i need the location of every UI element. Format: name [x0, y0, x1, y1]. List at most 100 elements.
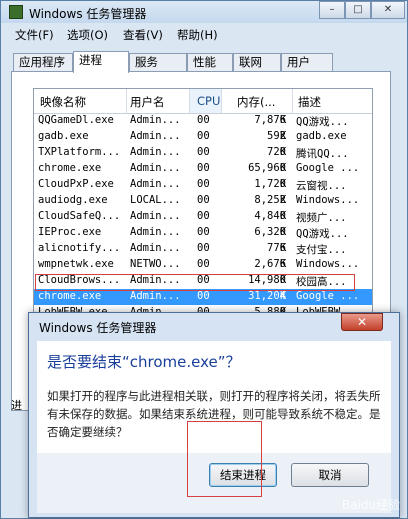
user-name-cell: LOCAL...	[130, 194, 181, 206]
cpu-cell: 00	[197, 178, 210, 190]
cpu-cell: 00	[197, 242, 210, 254]
tab-users[interactable]: 用户	[281, 53, 333, 71]
user-name-cell: Admin...	[130, 146, 181, 158]
cpu-cell: 00	[197, 162, 210, 174]
image-name-cell: CloudPxP.exe	[38, 178, 114, 190]
memory-unit-cell: K	[280, 114, 287, 126]
user-name-cell: Admin...	[130, 226, 181, 238]
description-cell: gadb.exe	[296, 130, 347, 142]
table-row[interactable]: IEProc.exe Admin... 00 6,320 K QQ游戏...	[34, 225, 372, 241]
menu-file[interactable]: 文件(F)	[15, 27, 54, 43]
user-name-cell: Admin...	[130, 242, 181, 254]
tab-performance[interactable]: 性能	[187, 53, 233, 71]
user-name-cell: Admin...	[130, 178, 181, 190]
description-cell: 云窗视...	[296, 180, 347, 192]
cancel-button[interactable]: 取消	[291, 463, 369, 487]
tab-applications[interactable]: 应用程序	[13, 53, 73, 71]
table-row[interactable]: CloudPxP.exe Admin... 00 1,720 K 云窗视...	[34, 177, 372, 193]
menu-help[interactable]: 帮助(H)	[177, 27, 218, 43]
table-row[interactable]: wmpnetwk.exe NETWO... 00 2,676 K Windows...	[34, 257, 372, 273]
memory-unit-cell: K	[280, 162, 287, 174]
memory-unit-cell: K	[280, 242, 287, 254]
task-manager-icon	[9, 5, 23, 19]
minimize-button[interactable]: –	[319, 1, 345, 19]
menu-options[interactable]: 选项(O)	[67, 27, 108, 43]
column-divider[interactable]	[126, 89, 127, 113]
image-name-cell: chrome.exe	[38, 162, 102, 174]
description-cell: 腾讯QQ...	[296, 148, 349, 160]
cpu-cell: 00	[197, 114, 210, 126]
menu-view[interactable]: 查看(V)	[123, 27, 163, 43]
cpu-cell: 00	[197, 146, 210, 158]
table-row[interactable]: TXPlatform... Admin... 00 720 K 腾讯QQ...	[34, 145, 372, 161]
description-cell: Google ...	[296, 162, 360, 174]
image-name-cell: gadb.exe	[38, 130, 89, 142]
tab-networking[interactable]: 联网	[233, 53, 281, 71]
description-cell: 支付宝...	[296, 244, 347, 256]
menu-bar: 文件(F) 选项(O) 查看(V) 帮助(H)	[1, 25, 407, 43]
dialog-close-button[interactable]: ✕	[341, 313, 383, 331]
title-bar[interactable]: Windows 任务管理器 – □ ✕	[1, 1, 407, 23]
image-name-cell: alicnotify...	[38, 242, 121, 254]
table-row[interactable]: CloudSafeQ... Admin... 00 4,840 K 视频广...	[34, 209, 372, 225]
memory-unit-cell: K	[280, 194, 287, 206]
user-name-cell: Admin...	[130, 162, 181, 174]
col-cpu[interactable]: CPU	[197, 94, 220, 108]
table-header: 映像名称 用户名 CPU 内存(... 描述	[34, 89, 372, 114]
memory-unit-cell: K	[280, 258, 287, 270]
user-name-cell: Admin...	[130, 210, 181, 222]
description-cell: Windows...	[296, 258, 360, 270]
end-process-dialog: Windows 任务管理器 ✕ 是否要结束“chrome.exe”？ 如果打开的…	[28, 312, 400, 518]
window-title: Windows 任务管理器	[29, 7, 147, 21]
column-divider[interactable]	[189, 89, 190, 113]
table-row[interactable]: alicnotify... Admin... 00 776 K 支付宝...	[34, 241, 372, 257]
memory-unit-cell: K	[280, 290, 287, 302]
col-memory[interactable]: 内存(...	[237, 94, 275, 110]
description-cell: QQ游戏...	[296, 228, 349, 240]
image-name-cell: CloudSafeQ...	[38, 210, 121, 222]
table-row[interactable]: audiodg.exe LOCAL... 00 8,252 K Windows...	[34, 193, 372, 209]
button-highlight-box	[187, 421, 262, 497]
dialog-title: Windows 任务管理器	[39, 321, 157, 335]
tab-services[interactable]: 服务	[129, 53, 187, 71]
image-name-cell: wmpnetwk.exe	[38, 258, 114, 270]
cpu-cell: 00	[197, 194, 210, 206]
description-cell: QQ游戏...	[296, 116, 349, 128]
image-name-cell: QQGameDl.exe	[38, 114, 114, 126]
memory-unit-cell: K	[280, 130, 287, 142]
maximize-button[interactable]: □	[345, 1, 371, 19]
cpu-cell: 00	[197, 258, 210, 270]
cpu-cell: 00	[197, 226, 210, 238]
column-divider[interactable]	[221, 89, 222, 113]
cpu-cell: 00	[197, 130, 210, 142]
tab-processes[interactable]: 进程	[73, 51, 129, 73]
description-cell: Windows...	[296, 194, 360, 206]
user-name-cell: Admin...	[130, 130, 181, 142]
col-user-name[interactable]: 用户名	[130, 94, 165, 110]
description-cell: Google ...	[296, 290, 360, 302]
table-row[interactable]: gadb.exe Admin... 00 592 Kgadb.exe	[34, 129, 372, 145]
table-row[interactable]: chrome.exe Admin... 00 65,960 K Google ...	[34, 161, 372, 177]
close-button[interactable]: ✕	[371, 1, 405, 19]
memory-unit-cell: K	[280, 146, 287, 158]
col-description[interactable]: 描述	[298, 94, 321, 110]
memory-unit-cell: K	[280, 210, 287, 222]
image-name-cell: audiodg.exe	[38, 194, 108, 206]
user-name-cell: Admin...	[130, 114, 181, 126]
col-image-name[interactable]: 映像名称	[40, 94, 86, 110]
image-name-cell: IEProc.exe	[38, 226, 102, 238]
dialog-heading: 是否要结束“chrome.exe”？	[47, 353, 241, 371]
user-name-cell: NETWO...	[130, 258, 181, 270]
image-name-cell: TXPlatform...	[38, 146, 121, 158]
cpu-cell: 00	[197, 210, 210, 222]
user-name-cell: Admin...	[130, 290, 181, 302]
watermark: Baidu经验	[341, 498, 400, 512]
memory-unit-cell: K	[280, 226, 287, 238]
table-row[interactable]: chrome.exe Admin... 00 31,204 K Google ...	[34, 289, 372, 305]
cpu-cell: 00	[197, 290, 210, 302]
column-divider[interactable]	[292, 89, 293, 113]
description-cell: 视频广...	[296, 212, 347, 224]
memory-unit-cell: K	[280, 178, 287, 190]
status-bar-text: 进	[11, 399, 22, 412]
table-row[interactable]: QQGameDl.exe Admin... 00 7,876 K QQ游戏...	[34, 113, 372, 129]
